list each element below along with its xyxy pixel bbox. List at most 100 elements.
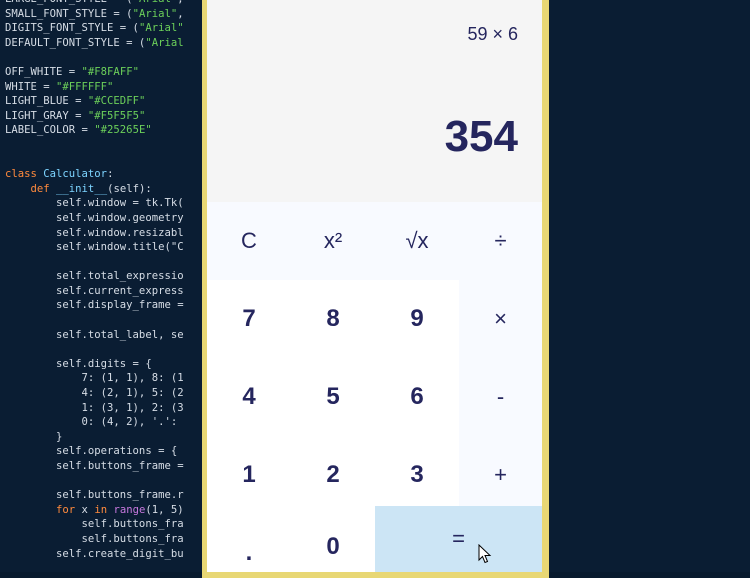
code-line[interactable]: OFF_WHITE = "#F8FAFF" xyxy=(5,65,184,80)
digit-5-button[interactable]: 5 xyxy=(291,358,375,436)
digit-9-button[interactable]: 9 xyxy=(375,280,459,358)
code-token: def xyxy=(30,182,50,195)
code-token: OFF_WHITE = xyxy=(5,65,82,78)
code-line[interactable]: self.create_digit_bu xyxy=(5,547,184,562)
code-token: "Arial" xyxy=(138,22,184,35)
code-token: (self): xyxy=(107,182,152,195)
code-token: "#F8FAFF" xyxy=(81,65,139,78)
code-line[interactable]: self.buttons_fra xyxy=(5,532,184,547)
code-line[interactable]: } xyxy=(5,430,184,445)
digit-2-button[interactable]: 2 xyxy=(291,436,375,514)
code-text[interactable]: LARGE_FONT_STYLE = ("Arial",SMALL_FONT_S… xyxy=(5,0,184,561)
equals-button[interactable]: = xyxy=(375,506,542,572)
code-line[interactable] xyxy=(5,313,184,328)
code-token: "Arial" xyxy=(133,0,178,5)
code-token: "Arial xyxy=(145,36,184,49)
code-line[interactable] xyxy=(5,50,184,65)
code-line[interactable]: 4: (2, 1), 5: (2 xyxy=(5,386,184,401)
code-line[interactable]: WHITE = "#FFFFFF" xyxy=(5,80,184,95)
code-token: self.current_express xyxy=(5,284,184,297)
digit-3-button[interactable]: 3 xyxy=(375,436,459,514)
digit-4-button[interactable]: 4 xyxy=(207,358,291,436)
code-token: Calculator xyxy=(43,168,108,181)
code-token: LIGHT_BLUE = xyxy=(5,95,88,108)
code-line[interactable]: LARGE_FONT_STYLE = ("Arial", xyxy=(5,0,184,7)
code-line[interactable]: self.total_expressio xyxy=(5,269,184,284)
code-line[interactable]: self.display_frame = xyxy=(5,298,184,313)
code-line[interactable]: for x in range(1, 5) xyxy=(5,503,184,518)
code-line[interactable]: DEFAULT_FONT_STYLE = ("Arial xyxy=(5,36,184,51)
code-line[interactable] xyxy=(5,255,184,270)
divide-button[interactable]: ÷ xyxy=(459,202,542,280)
code-token: "Arial" xyxy=(132,7,178,20)
code-token: LIGHT_GRAY = xyxy=(5,109,88,122)
display-frame: 59 × 6 354 xyxy=(207,0,542,202)
code-token: 1: (3, 1), 2: (3 xyxy=(5,401,184,414)
code-line[interactable]: 7: (1, 1), 8: (1 xyxy=(5,371,184,386)
code-line[interactable]: self.window.title("C xyxy=(5,240,184,255)
code-token: __init__ xyxy=(56,182,108,195)
digit-0-button[interactable]: 0 xyxy=(291,514,375,572)
buttons-frame: C x² √x ÷ 7 8 9 × 4 5 6 - 1 2 3 + . 0 = xyxy=(207,202,542,572)
code-token: SMALL_FONT_STYLE = ( xyxy=(5,7,133,20)
code-line[interactable] xyxy=(5,342,184,357)
code-line[interactable]: self.digits = { xyxy=(5,357,184,372)
code-token: self.digits = { xyxy=(5,357,152,370)
clear-button[interactable]: C xyxy=(207,202,291,280)
code-line[interactable] xyxy=(5,138,184,153)
mouse-pointer-icon xyxy=(478,544,492,564)
code-line[interactable]: class Calculator: xyxy=(5,167,184,182)
decimal-button[interactable]: . xyxy=(207,514,291,572)
code-line[interactable]: LABEL_COLOR = "#25265E" xyxy=(5,123,184,138)
code-line[interactable]: self.buttons_fra xyxy=(5,517,184,532)
digit-1-button[interactable]: 1 xyxy=(207,436,291,514)
code-token: for xyxy=(56,503,76,516)
code-token: "#FFFFFF" xyxy=(56,80,114,93)
calculator-window: 59 × 6 354 C x² √x ÷ 7 8 9 × 4 5 6 - 1 2… xyxy=(207,0,542,572)
code-token: x xyxy=(75,503,95,516)
code-line[interactable]: self.buttons_frame = xyxy=(5,459,184,474)
code-line[interactable]: DIGITS_FONT_STYLE = ("Arial" xyxy=(5,21,184,36)
code-token: class xyxy=(5,168,37,181)
code-token: self.buttons_fra xyxy=(5,518,184,531)
code-line[interactable] xyxy=(5,153,184,168)
code-line[interactable]: LIGHT_BLUE = "#CCEDFF" xyxy=(5,94,184,109)
code-token: self.total_label, se xyxy=(5,328,184,341)
code-line[interactable] xyxy=(5,474,184,489)
digit-8-button[interactable]: 8 xyxy=(291,280,375,358)
code-token: LARGE_FONT_STYLE = ( xyxy=(5,0,133,5)
code-token: "#CCEDFF" xyxy=(87,95,146,108)
code-line[interactable]: self.current_express xyxy=(5,284,184,299)
code-line[interactable]: SMALL_FONT_STYLE = ("Arial", xyxy=(5,7,184,22)
code-token: self.window.geometry xyxy=(5,211,184,224)
code-token: "#F5F5F5" xyxy=(87,109,146,122)
subtract-button[interactable]: - xyxy=(459,358,542,436)
code-token: range xyxy=(113,503,146,516)
digit-7-button[interactable]: 7 xyxy=(207,280,291,358)
multiply-button[interactable]: × xyxy=(459,280,542,358)
code-token: 0: (4, 2), '.': xyxy=(5,416,184,429)
code-line[interactable]: self.operations = { xyxy=(5,444,184,459)
code-line[interactable]: self.total_label, se xyxy=(5,328,184,343)
sqrt-button[interactable]: √x xyxy=(375,202,459,280)
code-line[interactable]: self.window = tk.Tk( xyxy=(5,196,184,211)
code-line[interactable]: 1: (3, 1), 2: (3 xyxy=(5,401,184,416)
code-line[interactable]: self.window.resizabl xyxy=(5,226,184,241)
code-token: self.window.resizabl xyxy=(5,226,184,239)
code-line[interactable]: 0: (4, 2), '.': xyxy=(5,415,184,430)
code-line[interactable]: self.window.geometry xyxy=(5,211,184,226)
add-button[interactable]: + xyxy=(459,436,542,514)
code-token: self.window = tk.Tk( xyxy=(5,197,184,210)
code-token: , xyxy=(177,7,184,20)
code-token: LABEL_COLOR = xyxy=(5,124,95,137)
code-line[interactable]: LIGHT_GRAY = "#F5F5F5" xyxy=(5,109,184,124)
code-token: self.buttons_frame = xyxy=(5,460,184,472)
code-token: self.total_expressio xyxy=(5,270,184,283)
code-token: , xyxy=(177,0,183,5)
code-token: in xyxy=(94,503,108,516)
square-button[interactable]: x² xyxy=(291,202,375,280)
code-line[interactable]: self.buttons_frame.r xyxy=(5,488,184,503)
code-line[interactable]: def __init__(self): xyxy=(5,182,184,197)
digit-6-button[interactable]: 6 xyxy=(375,358,459,436)
